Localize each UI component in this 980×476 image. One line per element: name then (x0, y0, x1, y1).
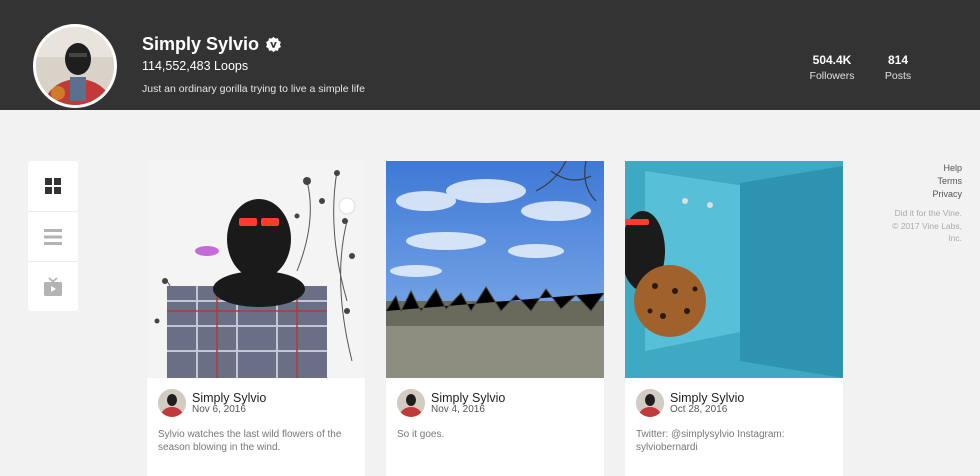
loops-count: 114,552,483 Loops (142, 59, 249, 73)
gorilla-avatar-image (36, 27, 114, 105)
post-caption: So it goes. (397, 429, 445, 440)
profile-bio: Just an ordinary gorilla trying to live … (142, 83, 365, 95)
profile-avatar[interactable] (33, 24, 117, 108)
terms-link[interactable]: Terms (892, 175, 963, 188)
posts-count: 814 (887, 53, 909, 67)
gorilla-avatar-image (636, 389, 664, 417)
tv-icon (44, 276, 62, 296)
list-icon (44, 228, 62, 245)
grid-view-button[interactable] (28, 161, 78, 211)
followers-stat[interactable]: 504.4K Followers (805, 53, 859, 82)
gorilla-avatar-image (158, 389, 186, 417)
post-card[interactable]: Simply Sylvio Oct 28, 2016 Twitter: @sim… (625, 161, 843, 476)
post-date: Oct 28, 2016 (670, 404, 728, 415)
post-author[interactable]: Simply Sylvio (670, 391, 744, 405)
posts-label: Posts (884, 70, 912, 82)
author-avatar[interactable] (397, 389, 425, 417)
post-author[interactable]: Simply Sylvio (192, 391, 266, 405)
vine-verified-icon (266, 36, 281, 53)
post-card[interactable]: Simply Sylvio Nov 6, 2016 Sylvio watches… (147, 161, 365, 476)
grid-icon (45, 178, 61, 194)
post-thumbnail[interactable] (386, 161, 604, 378)
profile-name: Simply Sylvio (142, 34, 260, 54)
privacy-link[interactable]: Privacy (892, 188, 962, 201)
gorilla-avatar-image (397, 389, 425, 417)
list-view-button[interactable] (28, 211, 78, 261)
posts-stat[interactable]: 814 Posts (880, 53, 916, 82)
post-card[interactable]: Simply Sylvio Nov 4, 2016 So it goes. (386, 161, 604, 476)
post-author[interactable]: Simply Sylvio (431, 391, 505, 405)
copyright-text: Did it for the Vine. © 2017 Vine Labs, I… (892, 208, 962, 243)
followers-label: Followers (809, 70, 855, 82)
tv-view-button[interactable] (28, 261, 78, 311)
profile-header: Simply Sylvio 114,552,483 Loops Just an … (0, 0, 980, 110)
post-date: Nov 6, 2016 (192, 404, 246, 415)
video-thumbnail-gorilla-mirror (625, 161, 843, 378)
author-avatar[interactable] (636, 389, 664, 417)
video-thumbnail-sky-field (386, 161, 604, 378)
followers-count: 504.4K (812, 53, 852, 67)
video-thumbnail-gorilla-flowers (147, 161, 365, 378)
help-link[interactable]: Help (892, 162, 962, 175)
view-switcher (28, 161, 78, 311)
post-thumbnail[interactable] (147, 161, 365, 378)
post-date: Nov 4, 2016 (431, 404, 485, 415)
post-caption: Twitter: @simplysylvio Instagram: sylvio… (636, 429, 785, 453)
footer-links: Help Terms Privacy Did it for the Vine. … (892, 162, 962, 245)
author-avatar[interactable] (158, 389, 186, 417)
post-caption: Sylvio watches the last wild flowers of … (158, 429, 342, 453)
post-thumbnail[interactable] (625, 161, 843, 378)
